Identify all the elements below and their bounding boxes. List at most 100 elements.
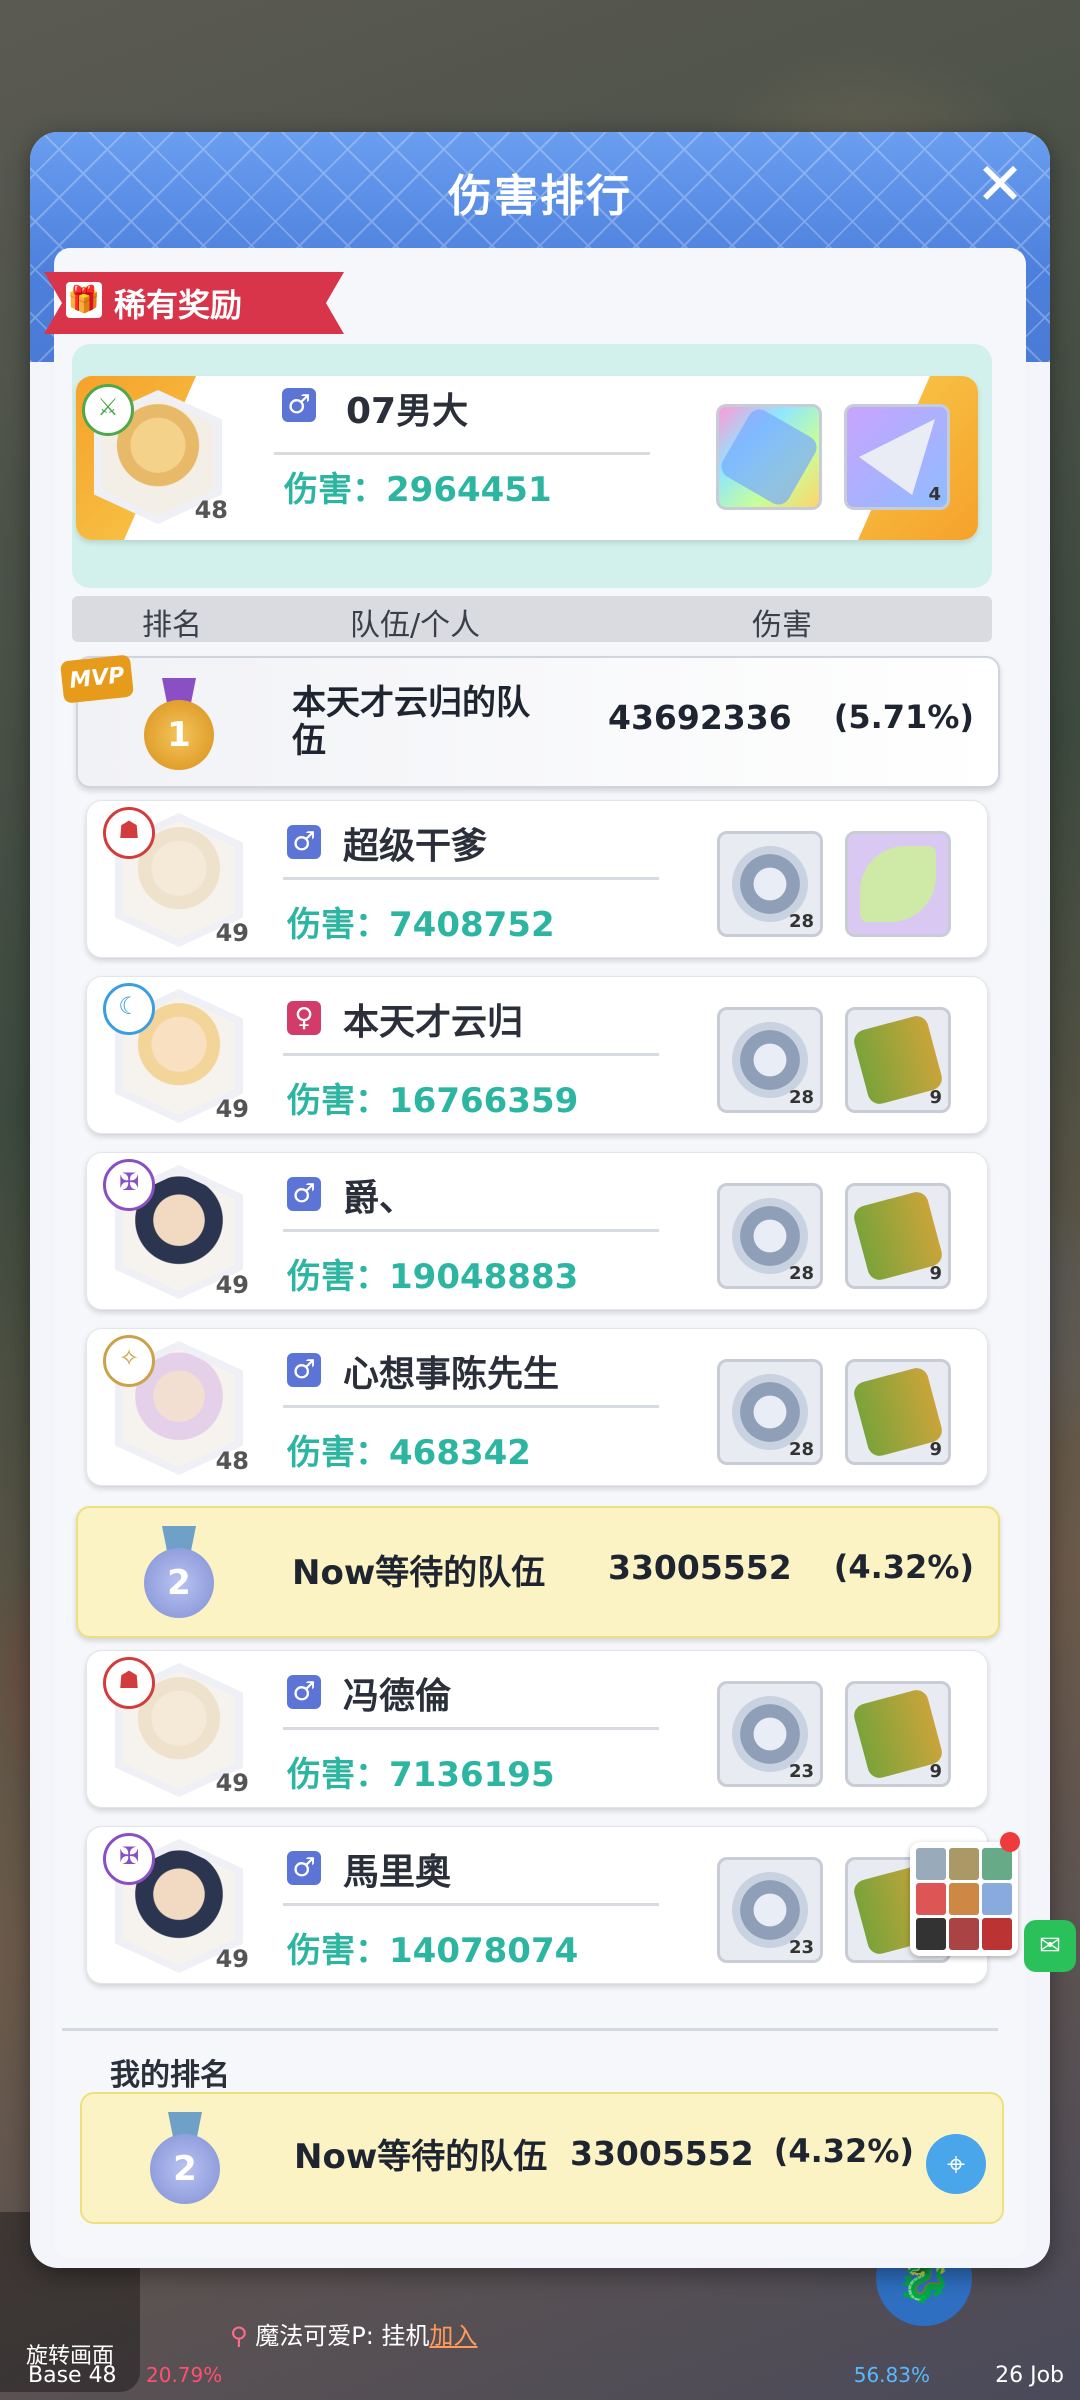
item-count: 28 bbox=[788, 1263, 814, 1284]
level-badge: 49 bbox=[215, 1945, 249, 1973]
male-gender-icon: ♂ bbox=[287, 1353, 321, 1387]
level-badge: 49 bbox=[215, 1769, 249, 1797]
chat-join-link[interactable]: 加入 bbox=[429, 2322, 477, 2350]
avatar[interactable]: ⚔ 48 bbox=[82, 384, 228, 524]
team-percent: (4.32%) bbox=[773, 2132, 914, 2170]
reward-item[interactable]: 9 bbox=[845, 1359, 951, 1465]
job-level-label: 26 Job bbox=[995, 2363, 1064, 2388]
job-class-icon: ✠ bbox=[103, 1833, 155, 1885]
chat-speaker: 魔法可爱P: bbox=[255, 2322, 374, 2350]
player-card[interactable]: ✧ 48 ♂ 心想事陈先生 伤害：468342 28 9 bbox=[86, 1328, 988, 1486]
silver-medal-icon: 2 bbox=[140, 1526, 218, 1618]
team-damage: 33005552 bbox=[608, 1548, 792, 1587]
avatar[interactable]: ✠ 49 bbox=[103, 1159, 249, 1299]
sticker-grid-widget[interactable] bbox=[910, 1842, 1018, 1956]
divider bbox=[283, 1405, 659, 1408]
reward-item[interactable]: 28 bbox=[717, 1359, 823, 1465]
rare-reward-label: 稀有奖励 bbox=[114, 286, 243, 324]
reward-item[interactable]: 9 bbox=[845, 1007, 951, 1113]
player-damage: 伤害：14078074 bbox=[287, 1931, 579, 1971]
item-count: 9 bbox=[929, 1263, 942, 1284]
player-name: 超级干爹 bbox=[343, 826, 488, 867]
job-class-icon: ✧ bbox=[103, 1335, 155, 1387]
rank-number: 1 bbox=[144, 700, 214, 770]
reward-item[interactable]: 23 bbox=[717, 1681, 823, 1787]
job-class-icon: ☗ bbox=[103, 807, 155, 859]
reward-item[interactable]: 28 bbox=[717, 1007, 823, 1113]
divider bbox=[62, 2028, 998, 2031]
locate-pin-icon[interactable]: ⌖ bbox=[926, 2134, 986, 2194]
reward-item[interactable]: 23 bbox=[717, 1857, 823, 1963]
panel-title: 伤害排行 bbox=[448, 171, 632, 222]
reward-item[interactable]: 9 bbox=[845, 1681, 951, 1787]
level-badge: 49 bbox=[215, 919, 249, 947]
player-card[interactable]: ☾ 49 ♀ 本天才云归 伤害：16766359 28 9 bbox=[86, 976, 988, 1134]
player-damage: 伤害：7408752 bbox=[287, 905, 555, 945]
silver-medal-icon: 2 bbox=[146, 2112, 224, 2204]
reward-item[interactable]: 9 bbox=[845, 1183, 951, 1289]
mvp-badge: MVP bbox=[59, 654, 135, 704]
divider bbox=[283, 1229, 659, 1232]
item-count: 9 bbox=[929, 1439, 942, 1460]
avatar[interactable]: ✠ 49 bbox=[103, 1833, 249, 1973]
item-count: 9 bbox=[929, 1761, 942, 1782]
base-exp-percent: 20.79% bbox=[146, 2363, 223, 2387]
player-card[interactable]: ☗ 49 ♂ 冯德倫 伤害：7136195 23 9 bbox=[86, 1650, 988, 1808]
chat-text: 挂机 bbox=[381, 2322, 430, 2350]
avatar[interactable]: ☾ 49 bbox=[103, 983, 249, 1123]
male-gender-icon: ♂ bbox=[287, 825, 321, 859]
team-name: Now等待的队伍 bbox=[294, 2137, 548, 2177]
avatar[interactable]: ✧ 48 bbox=[103, 1335, 249, 1475]
job-exp-percent: 56.83% bbox=[853, 2363, 930, 2387]
player-damage: 伤害：19048883 bbox=[287, 1257, 579, 1297]
reward-item[interactable] bbox=[716, 404, 822, 510]
reward-item[interactable] bbox=[845, 831, 951, 937]
my-rank-label: 我的排名 bbox=[110, 2058, 230, 2093]
reward-item[interactable]: 4 bbox=[844, 404, 950, 510]
rare-reward-player-card[interactable]: ⚔ 48 ♂ 07男大 伤害：2964451 4 bbox=[76, 376, 978, 540]
team-damage: 33005552 bbox=[570, 2134, 754, 2173]
player-card[interactable]: ✠ 49 ♂ 爵、 伤害：19048883 28 9 bbox=[86, 1152, 988, 1310]
level-badge: 49 bbox=[215, 1271, 249, 1299]
header-team: 队伍/个人 bbox=[350, 608, 481, 643]
divider bbox=[283, 1053, 659, 1056]
team-name: 本天才云归的队伍 bbox=[292, 683, 530, 761]
avatar[interactable]: ☗ 49 bbox=[103, 1657, 249, 1797]
location-pin-icon: ⚲ bbox=[230, 2322, 248, 2350]
team-percent: (5.71%) bbox=[833, 698, 974, 736]
player-card[interactable]: ✠ 49 ♂ 馬里奧 伤害：14078074 23 bbox=[86, 1826, 988, 1984]
gift-icon: 🎁 bbox=[66, 282, 102, 318]
reward-item[interactable]: 28 bbox=[717, 831, 823, 937]
rank-number: 2 bbox=[144, 1548, 214, 1618]
team-damage: 43692336 bbox=[608, 698, 792, 737]
item-count: 9 bbox=[929, 1087, 942, 1108]
player-name: 07男大 bbox=[346, 391, 469, 432]
close-button[interactable]: ✕ bbox=[972, 155, 1028, 214]
divider bbox=[283, 1727, 659, 1730]
level-badge: 48 bbox=[215, 1447, 249, 1475]
job-class-icon: ✠ bbox=[103, 1159, 155, 1211]
reward-item[interactable]: 28 bbox=[717, 1183, 823, 1289]
team-percent: (4.32%) bbox=[833, 1548, 974, 1586]
level-badge: 48 bbox=[194, 496, 228, 524]
wechat-icon[interactable]: ✉ bbox=[1024, 1920, 1076, 1972]
team-row[interactable]: 2 Now等待的队伍 33005552 (4.32%) bbox=[76, 1506, 1000, 1638]
item-count: 28 bbox=[788, 1087, 814, 1108]
item-count: 28 bbox=[788, 911, 814, 932]
divider bbox=[274, 452, 650, 455]
divider bbox=[283, 877, 659, 880]
notification-dot bbox=[1000, 1832, 1020, 1852]
player-damage: 伤害：468342 bbox=[287, 1433, 531, 1473]
avatar[interactable]: ☗ 49 bbox=[103, 807, 249, 947]
my-rank-row[interactable]: 2 Now等待的队伍 33005552 (4.32%) ⌖ bbox=[80, 2092, 1004, 2224]
item-count: 28 bbox=[788, 1439, 814, 1460]
player-card[interactable]: ☗ 49 ♂ 超级干爹 伤害：7408752 28 bbox=[86, 800, 988, 958]
job-class-icon: ⚔ bbox=[82, 384, 134, 436]
divider bbox=[283, 1903, 659, 1906]
gold-medal-icon: 1 bbox=[140, 678, 218, 770]
team-name: Now等待的队伍 bbox=[292, 1553, 546, 1593]
item-count: 23 bbox=[788, 1761, 814, 1782]
header-damage: 伤害 bbox=[752, 608, 812, 643]
crystal-scroll-icon bbox=[717, 405, 821, 509]
team-row[interactable]: 1 本天才云归的队伍 43692336 (5.71%) bbox=[76, 656, 1000, 788]
